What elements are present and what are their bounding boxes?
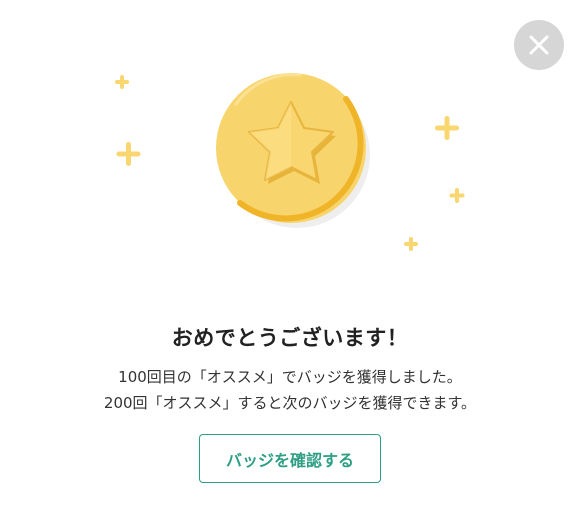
next-badge-message: 200回「オススメ」すると次のバッジを獲得できます。 [103,394,477,412]
star-coin-icon [216,73,370,228]
modal-title: おめでとうございます！ [171,326,409,350]
sparkle-icon [115,75,129,89]
sparkle-icon [435,116,459,140]
view-badge-button[interactable]: バッジを確認する [199,434,381,483]
award-message: 100回目の「オススメ」でバッジを獲得しました。 [118,368,462,386]
badge-illustration [115,73,465,251]
sparkle-icon [116,142,141,166]
sparkle-icon [404,237,418,251]
badge-award-modal: おめでとうございます！ 100回目の「オススメ」でバッジを獲得しました。 200… [0,0,580,510]
sparkle-icon [449,188,465,203]
